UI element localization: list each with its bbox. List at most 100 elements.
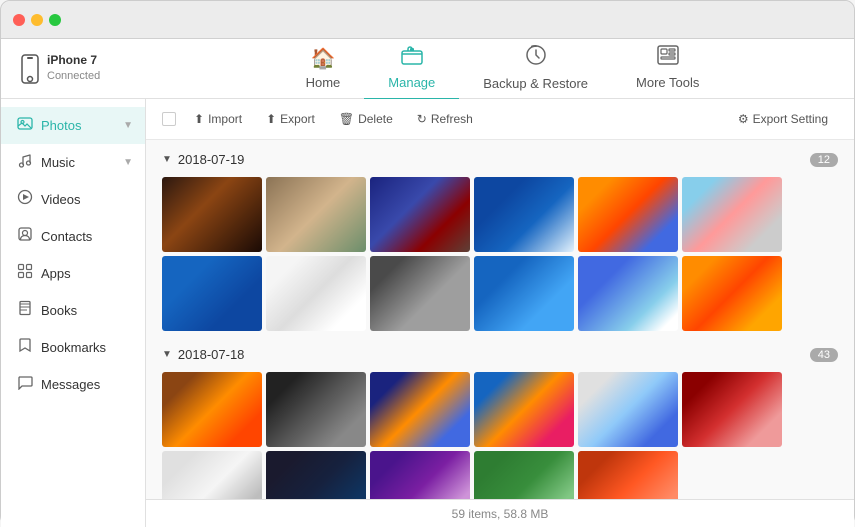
photo-thumb[interactable] — [474, 256, 574, 331]
device-info: iPhone 7 Connected — [21, 52, 141, 84]
device-icon — [21, 54, 39, 84]
photo-thumb[interactable] — [266, 372, 366, 447]
photo-thumb[interactable] — [474, 451, 574, 499]
gear-icon: ⚙ — [738, 112, 749, 126]
export-setting-label: Export Setting — [753, 112, 828, 126]
photo-thumb[interactable] — [370, 372, 470, 447]
photos-container[interactable]: ▼2018-07-1912▼2018-07-1843 — [146, 140, 854, 499]
export-icon: ⬆ — [266, 112, 276, 126]
tab-manage-label: Manage — [388, 75, 435, 90]
photo-thumb[interactable] — [474, 177, 574, 252]
photo-thumb[interactable] — [682, 372, 782, 447]
close-button[interactable] — [13, 14, 25, 26]
photo-thumb[interactable] — [162, 256, 262, 331]
maximize-button[interactable] — [49, 14, 61, 26]
device-status: Connected — [47, 69, 100, 84]
export-setting-button[interactable]: ⚙ Export Setting — [728, 107, 838, 131]
date-count-badge: 12 — [810, 153, 838, 167]
photo-bg — [474, 256, 574, 331]
photo-thumb[interactable] — [266, 256, 366, 331]
date-header: ▼2018-07-1843 — [162, 347, 838, 362]
delete-button[interactable]: 🗑 Delete — [329, 107, 403, 131]
bookmarks-icon — [17, 337, 33, 358]
music-chevron: ▼ — [123, 157, 133, 168]
photo-thumb[interactable] — [370, 451, 470, 499]
photo-bg — [682, 177, 782, 252]
export-label: Export — [280, 112, 315, 126]
photo-thumb[interactable] — [578, 256, 678, 331]
photo-bg — [162, 177, 262, 252]
date-label: 2018-07-19 — [178, 152, 245, 167]
tab-home-label: Home — [306, 75, 341, 90]
sidebar-music-label: Music — [41, 155, 75, 170]
tab-backup[interactable]: Backup & Restore — [459, 36, 612, 101]
photo-bg — [682, 256, 782, 331]
photo-thumb[interactable] — [578, 177, 678, 252]
content-area: ⬆ Import ⬆ Export 🗑 Delete ↻ Refresh ⚙ E… — [146, 99, 854, 527]
collapse-triangle[interactable]: ▼ — [162, 349, 172, 360]
photo-bg — [578, 372, 678, 447]
photo-bg — [474, 372, 574, 447]
nav-bar: iPhone 7 Connected 🏠 Home Manage — [1, 39, 854, 99]
music-icon — [17, 152, 33, 173]
collapse-triangle[interactable]: ▼ — [162, 154, 172, 165]
import-button[interactable]: ⬆ Import — [184, 107, 252, 131]
toolbar: ⬆ Import ⬆ Export 🗑 Delete ↻ Refresh ⚙ E… — [146, 99, 854, 140]
select-all-checkbox[interactable] — [162, 112, 176, 126]
messages-icon — [17, 374, 33, 395]
sidebar-bookmarks-label: Bookmarks — [41, 340, 106, 355]
photo-thumb[interactable] — [370, 256, 470, 331]
photo-thumb[interactable] — [162, 372, 262, 447]
export-button[interactable]: ⬆ Export — [256, 107, 325, 131]
tab-tools-label: More Tools — [636, 75, 699, 90]
tab-home[interactable]: 🏠 Home — [282, 38, 365, 100]
photo-thumb[interactable] — [162, 177, 262, 252]
sidebar-item-videos[interactable]: Videos — [1, 181, 145, 218]
photo-thumb[interactable] — [370, 177, 470, 252]
refresh-icon: ↻ — [417, 112, 427, 126]
photo-thumb[interactable] — [682, 177, 782, 252]
date-label: 2018-07-18 — [178, 347, 245, 362]
photo-thumb[interactable] — [578, 451, 678, 499]
sidebar-item-apps[interactable]: Apps — [1, 255, 145, 292]
main-layout: Photos ▼ Music ▼ Videos Contacts — [1, 99, 854, 527]
sidebar-item-books[interactable]: Books — [1, 292, 145, 329]
photo-grid — [162, 372, 838, 499]
sidebar-apps-label: Apps — [41, 266, 71, 281]
photo-bg — [266, 451, 366, 499]
sidebar-item-music[interactable]: Music ▼ — [1, 144, 145, 181]
refresh-button[interactable]: ↻ Refresh — [407, 107, 483, 131]
photo-bg — [578, 256, 678, 331]
photo-bg — [578, 177, 678, 252]
photo-bg — [266, 372, 366, 447]
sidebar-messages-label: Messages — [41, 377, 100, 392]
sidebar-photos-label: Photos — [41, 118, 81, 133]
minimize-button[interactable] — [31, 14, 43, 26]
sidebar-item-messages[interactable]: Messages — [1, 366, 145, 403]
status-text: 59 items, 58.8 MB — [452, 507, 549, 521]
photo-thumb[interactable] — [266, 177, 366, 252]
photo-bg — [474, 451, 574, 499]
sidebar-item-photos[interactable]: Photos ▼ — [1, 107, 145, 144]
tab-manage[interactable]: Manage — [364, 37, 459, 100]
home-icon: 🏠 — [310, 46, 335, 71]
photo-thumb[interactable] — [474, 372, 574, 447]
backup-icon — [525, 44, 547, 72]
photo-bg — [162, 256, 262, 331]
apps-icon — [17, 263, 33, 284]
photo-thumb[interactable] — [266, 451, 366, 499]
sidebar-contacts-label: Contacts — [41, 229, 92, 244]
photos-icon — [17, 115, 33, 136]
photo-thumb[interactable] — [162, 451, 262, 499]
photo-bg — [578, 451, 678, 499]
title-bar — [1, 1, 854, 39]
photo-thumb[interactable] — [682, 256, 782, 331]
date-group: ▼ 2018-07-19 12 — [162, 152, 838, 331]
delete-label: Delete — [358, 112, 393, 126]
tab-tools[interactable]: More Tools — [612, 37, 723, 100]
sidebar-item-contacts[interactable]: Contacts — [1, 218, 145, 255]
photo-thumb[interactable] — [578, 372, 678, 447]
photo-bg — [162, 451, 262, 499]
sidebar-item-bookmarks[interactable]: Bookmarks — [1, 329, 145, 366]
manage-icon — [401, 45, 423, 71]
